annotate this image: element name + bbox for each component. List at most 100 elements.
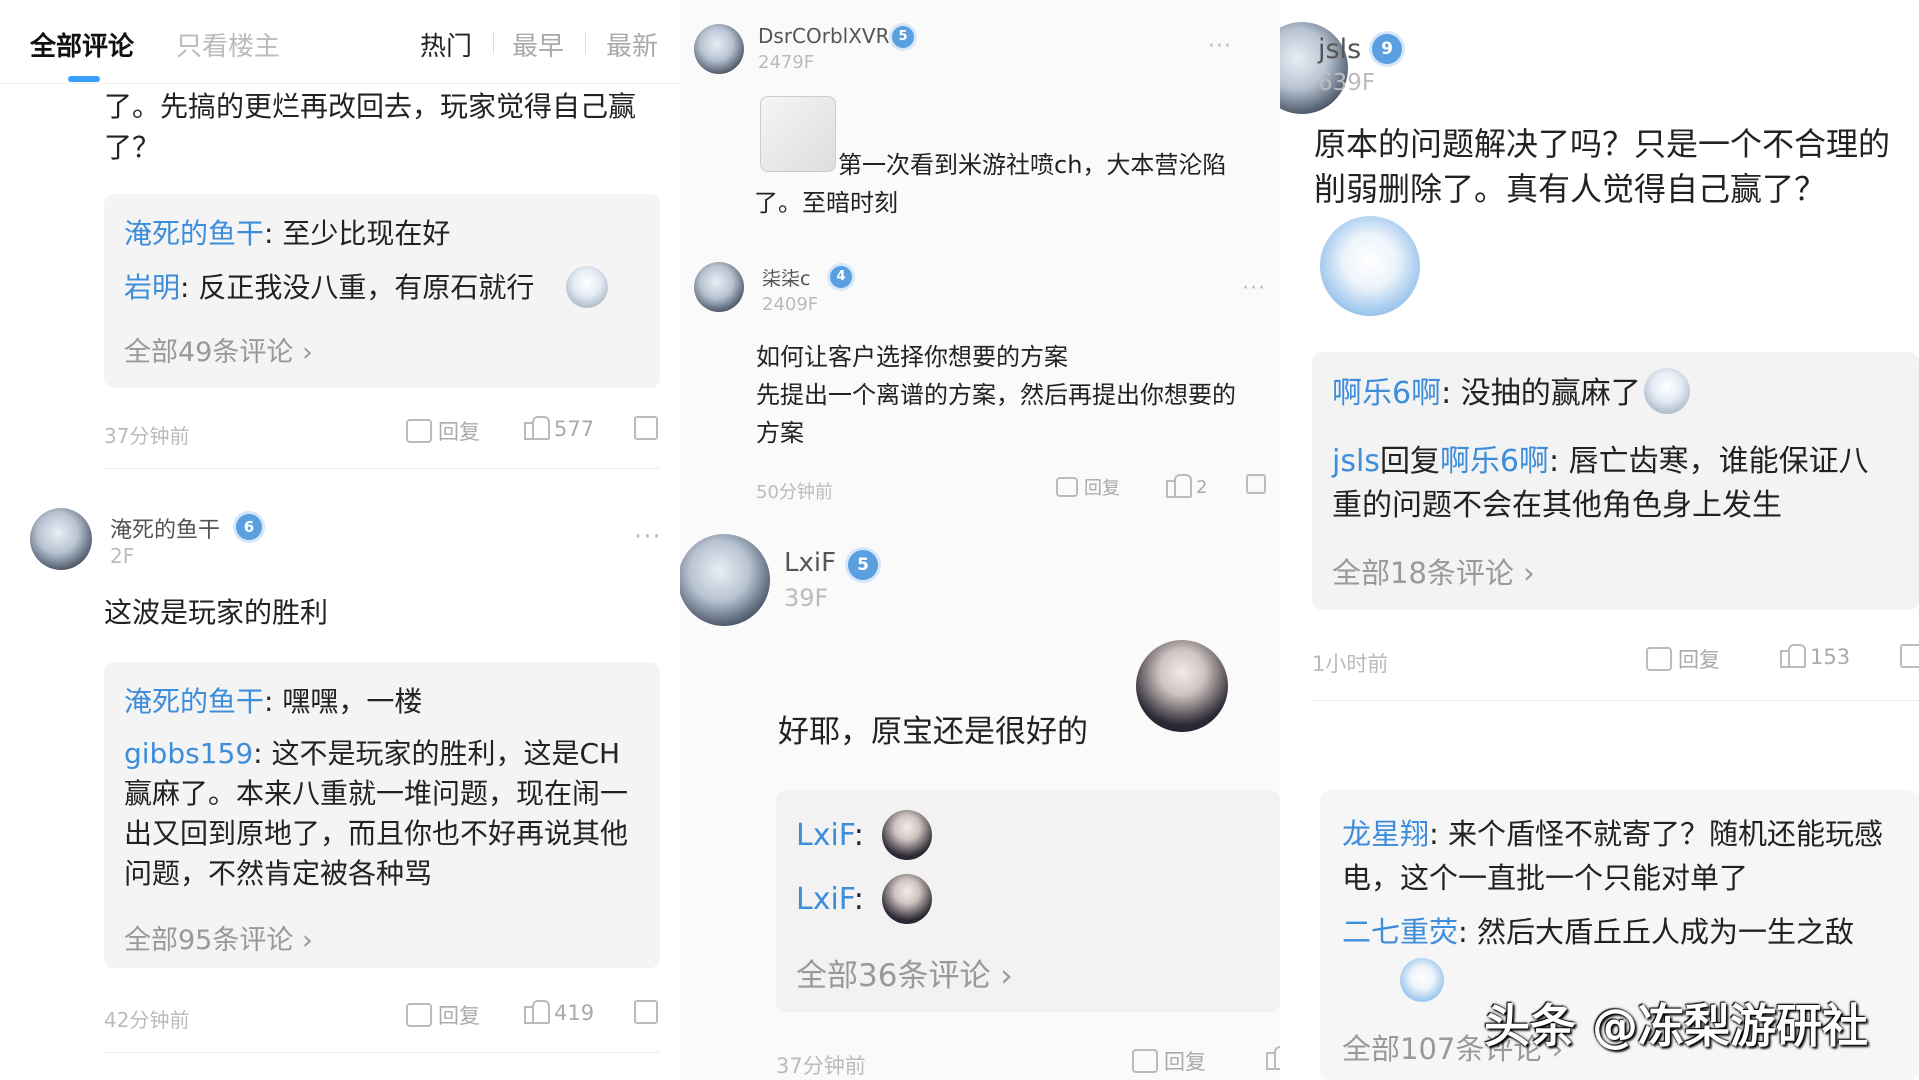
- avatar[interactable]: [694, 262, 744, 312]
- reply-button[interactable]: 回复: [1646, 644, 1720, 674]
- reply-box[interactable]: LxiF: LxiF: 全部36条评论 ›: [776, 790, 1280, 1012]
- dislike-button[interactable]: [1900, 644, 1919, 668]
- sticker-icon: [566, 266, 608, 308]
- comment-column-left: 全部评论 只看楼主 热门 最早 最新 了。先搞的更烂再改回去，玩家觉得自己赢了？…: [0, 0, 680, 1080]
- reply-button[interactable]: 回复: [1132, 1046, 1206, 1076]
- thumb-down-icon: [1900, 644, 1919, 668]
- more-options-icon[interactable]: ···: [634, 522, 662, 552]
- sort-hot[interactable]: 热门: [420, 26, 472, 63]
- timestamp: 50分钟前: [756, 482, 833, 503]
- username[interactable]: 柒柒c: [762, 264, 810, 291]
- comment-text: 原本的问题解决了吗？只是一个不合理的削弱删除了。真有人觉得自己赢了？: [1314, 125, 1891, 208]
- view-all-replies-link[interactable]: 全部36条评论 ›: [796, 950, 1013, 995]
- timestamp: 37分钟前: [104, 424, 190, 448]
- tab-op-only[interactable]: 只看楼主: [176, 26, 280, 63]
- like-button[interactable]: 577: [522, 416, 594, 442]
- like-button[interactable]: 2: [1164, 474, 1207, 500]
- level-badge: 4: [830, 266, 852, 288]
- dislike-button[interactable]: [1246, 474, 1266, 494]
- thumb-up-icon: [1264, 1046, 1280, 1072]
- reply-author[interactable]: jsls: [1332, 444, 1380, 479]
- like-button[interactable]: 153: [1778, 644, 1850, 670]
- reply-button[interactable]: 回复: [406, 1000, 480, 1030]
- divider: [104, 468, 660, 469]
- comment-column-middle: DsrCOrblXVR 5 2479F ··· 第一次看到米游社喷ch，大本营沦…: [680, 0, 1280, 1080]
- comment-text: 了。先搞的更烂再改回去，玩家觉得自己赢了？: [104, 90, 637, 164]
- reply-author[interactable]: 淹死的鱼干: [124, 217, 264, 250]
- username[interactable]: DsrCOrblXVR: [758, 24, 890, 48]
- like-button[interactable]: 62: [1264, 1046, 1280, 1072]
- reply-line: jsls回复啊乐6啊: 唇亡齿寒，谁能保证八重的问题不会在其他角色身上发生: [1332, 444, 1869, 523]
- username[interactable]: jsls: [1318, 34, 1361, 65]
- floor-number: 39F: [784, 584, 829, 612]
- thumb-up-icon: [522, 1000, 550, 1026]
- timestamp: 37分钟前: [776, 1054, 866, 1078]
- thumb-up-icon: [1164, 474, 1192, 500]
- reply-author[interactable]: 啊乐6啊: [1332, 376, 1441, 411]
- reply-author[interactable]: LxiF: [796, 818, 854, 853]
- reply-author[interactable]: 淹死的鱼干: [124, 685, 264, 718]
- more-options-icon[interactable]: ···: [1208, 34, 1232, 59]
- sort-divider: [585, 32, 586, 54]
- dislike-button[interactable]: [634, 416, 658, 440]
- reply-button[interactable]: 回复: [1056, 474, 1120, 500]
- floor-number: 2F: [110, 544, 135, 568]
- dislike-button[interactable]: [634, 1000, 658, 1024]
- level-badge: 6: [236, 514, 262, 540]
- comment-icon: [1132, 1049, 1158, 1073]
- view-all-replies-link[interactable]: 全部18条评论 ›: [1332, 550, 1535, 592]
- reply-line: gibbs159: 这不是玩家的胜利，这是CH赢麻了。本来八重就一堆问题，现在闹…: [124, 737, 629, 890]
- reply-author[interactable]: 二七重荧: [1342, 915, 1458, 949]
- sort-latest[interactable]: 最新: [606, 26, 658, 63]
- view-all-replies-link[interactable]: 全部95条评论 ›: [124, 918, 313, 957]
- reply-author[interactable]: 龙星翔: [1342, 817, 1429, 851]
- comment-icon: [1056, 477, 1078, 497]
- sticker-icon: [882, 810, 932, 860]
- comment-text: 如何让客户选择你想要的方案 先提出一个离谱的方案，然后再提出你想要的方案: [756, 343, 1236, 447]
- timestamp: 42分钟前: [104, 1008, 190, 1032]
- reply-box[interactable]: 淹死的鱼干: 嘿嘿，一楼 gibbs159: 这不是玩家的胜利，这是CH赢麻了。…: [104, 662, 660, 968]
- level-badge: 9: [1372, 34, 1402, 64]
- comment-icon: [1646, 647, 1672, 671]
- level-badge: 5: [848, 550, 878, 580]
- reply-author[interactable]: gibbs159: [124, 737, 253, 770]
- tab-all-comments[interactable]: 全部评论: [30, 26, 134, 63]
- thumb-up-icon: [1778, 644, 1806, 670]
- reply-line: 啊乐6啊: 没抽的赢麻了: [1332, 376, 1641, 411]
- reply-line: LxiF:: [796, 882, 864, 917]
- like-button[interactable]: 419: [522, 1000, 594, 1026]
- thumb-down-icon: [634, 1000, 658, 1024]
- reply-target[interactable]: 啊乐6啊: [1440, 444, 1549, 479]
- comment-text: 好耶，原宝还是很好的: [778, 714, 1088, 750]
- avatar[interactable]: [694, 24, 744, 74]
- reply-line: 二七重荧: 然后大盾丘丘人成为一生之敌: [1342, 915, 1855, 949]
- comment-icon: [406, 1003, 432, 1027]
- reply-author[interactable]: 岩明: [124, 271, 180, 304]
- view-all-replies-link[interactable]: 全部49条评论 ›: [124, 330, 313, 369]
- floor-number: 639F: [1318, 70, 1376, 96]
- reply-author[interactable]: LxiF: [796, 882, 854, 917]
- comment-text: 第一次看到米游社喷ch，大本营沦陷了。至暗时刻: [754, 151, 1227, 217]
- more-options-icon[interactable]: ···: [1242, 276, 1266, 301]
- reply-line: LxiF:: [796, 818, 864, 853]
- level-badge: 5: [892, 26, 914, 48]
- comment-tabs: 全部评论 只看楼主 热门 最早 最新: [0, 0, 680, 84]
- reply-box[interactable]: 啊乐6啊: 没抽的赢麻了 jsls回复啊乐6啊: 唇亡齿寒，谁能保证八重的问题不…: [1312, 352, 1919, 610]
- thumb-down-icon: [1246, 474, 1266, 494]
- comment-icon: [406, 419, 432, 443]
- floor-number: 2479F: [758, 52, 815, 73]
- sticker-icon: [1644, 368, 1690, 414]
- reply-line: 淹死的鱼干: 至少比现在好: [124, 217, 451, 250]
- avatar[interactable]: [30, 508, 92, 570]
- username[interactable]: LxiF: [784, 548, 836, 578]
- sticker-image: [1136, 640, 1228, 732]
- reply-line: 淹死的鱼干: 嘿嘿，一楼: [124, 685, 423, 718]
- reply-box[interactable]: 淹死的鱼干: 至少比现在好 岩明: 反正我没八重，有原石就行 全部49条评论 ›: [104, 194, 660, 388]
- sort-earliest[interactable]: 最早: [512, 26, 564, 63]
- reply-line: 岩明: 反正我没八重，有原石就行: [124, 271, 535, 304]
- avatar[interactable]: [680, 534, 770, 626]
- active-tab-indicator: [68, 76, 100, 82]
- username[interactable]: 淹死的鱼干: [110, 512, 220, 544]
- reply-button[interactable]: 回复: [406, 416, 480, 446]
- divider: [104, 1052, 660, 1053]
